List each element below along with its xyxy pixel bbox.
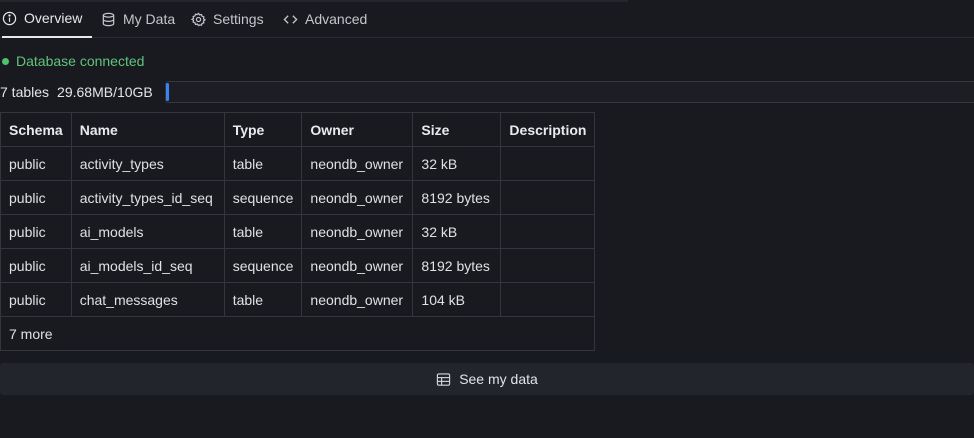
tab-overview-label: Overview: [24, 10, 83, 26]
table-row: public ai_models_id_seq sequence neondb_…: [0, 248, 596, 283]
tab-advanced-label: Advanced: [305, 11, 368, 27]
tables-list: Schema Name Type Owner Size Description …: [0, 112, 596, 351]
storage-usage-fill: [166, 83, 169, 101]
tab-settings-label: Settings: [213, 11, 264, 27]
cell-type: sequence: [223, 248, 303, 283]
see-my-data-button[interactable]: See my data: [0, 363, 974, 395]
table-icon: [437, 372, 451, 386]
cell-name: ai_models_id_seq: [70, 248, 225, 283]
connection-status: Database connected: [2, 53, 144, 69]
status-text: Database connected: [16, 53, 145, 69]
tab-advanced[interactable]: Advanced: [283, 0, 367, 38]
cell-type: table: [223, 214, 303, 249]
cell-description: [500, 214, 596, 249]
cell-size: 32 kB: [412, 214, 502, 249]
column-header-schema: Schema: [0, 112, 72, 147]
cell-schema: public: [0, 282, 72, 317]
table-row: public ai_models table neondb_owner 32 k…: [0, 214, 596, 249]
table-row: public chat_messages table neondb_owner …: [0, 282, 596, 317]
cell-schema: public: [0, 146, 72, 181]
column-header-name: Name: [70, 112, 225, 147]
cell-schema: public: [0, 248, 72, 283]
tab-my-data[interactable]: My Data: [101, 0, 175, 38]
cell-description: [500, 248, 596, 283]
tables-count: 7 tables: [0, 84, 50, 100]
cell-description: [500, 146, 596, 181]
cell-owner: neondb_owner: [301, 248, 414, 283]
tab-settings[interactable]: Settings: [191, 0, 264, 38]
cell-type: table: [223, 146, 303, 181]
tab-overview[interactable]: Overview: [2, 0, 92, 38]
column-header-description: Description: [500, 112, 596, 147]
cell-size: 32 kB: [412, 146, 502, 181]
table-row: public activity_types_id_seq sequence ne…: [0, 180, 596, 215]
status-dot-icon: [2, 57, 9, 65]
storage-usage: 29.68MB/10GB: [57, 84, 153, 100]
cell-type: sequence: [223, 180, 303, 215]
cell-owner: neondb_owner: [301, 282, 414, 317]
code-icon: [283, 14, 298, 24]
database-icon: [102, 12, 115, 26]
cell-name: chat_messages: [70, 282, 225, 317]
cell-owner: neondb_owner: [301, 146, 414, 181]
tab-my-data-label: My Data: [123, 11, 176, 27]
storage-summary: 7 tables 29.68MB/10GB: [0, 81, 153, 103]
info-circle-icon: [2, 11, 17, 25]
gear-icon: [191, 11, 206, 26]
cell-name: activity_types: [70, 146, 225, 181]
table-row: public activity_types table neondb_owner…: [0, 146, 596, 181]
cell-owner: neondb_owner: [301, 180, 414, 215]
show-more-tables[interactable]: 7 more: [0, 316, 596, 351]
see-my-data-label: See my data: [459, 371, 538, 387]
column-header-size: Size: [412, 112, 502, 147]
database-overview-panel: Overview My Data Settings Advanced Datab…: [0, 0, 974, 438]
cell-schema: public: [0, 180, 72, 215]
column-header-owner: Owner: [301, 112, 414, 147]
cell-name: ai_models: [70, 214, 225, 249]
cell-type: table: [223, 282, 303, 317]
table-header-row: Schema Name Type Owner Size Description: [0, 112, 596, 147]
cell-name: activity_types_id_seq: [70, 180, 225, 215]
cell-size: 8192 bytes: [412, 248, 502, 283]
cell-size: 104 kB: [412, 282, 502, 317]
tab-bar: Overview My Data Settings Advanced: [0, 0, 974, 38]
cell-description: [500, 180, 596, 215]
cell-size: 8192 bytes: [412, 180, 502, 215]
cell-schema: public: [0, 214, 72, 249]
more-row: 7 more: [0, 316, 596, 351]
column-header-type: Type: [223, 112, 303, 147]
cell-owner: neondb_owner: [301, 214, 414, 249]
storage-usage-bar: [165, 81, 974, 103]
cell-description: [500, 282, 596, 317]
